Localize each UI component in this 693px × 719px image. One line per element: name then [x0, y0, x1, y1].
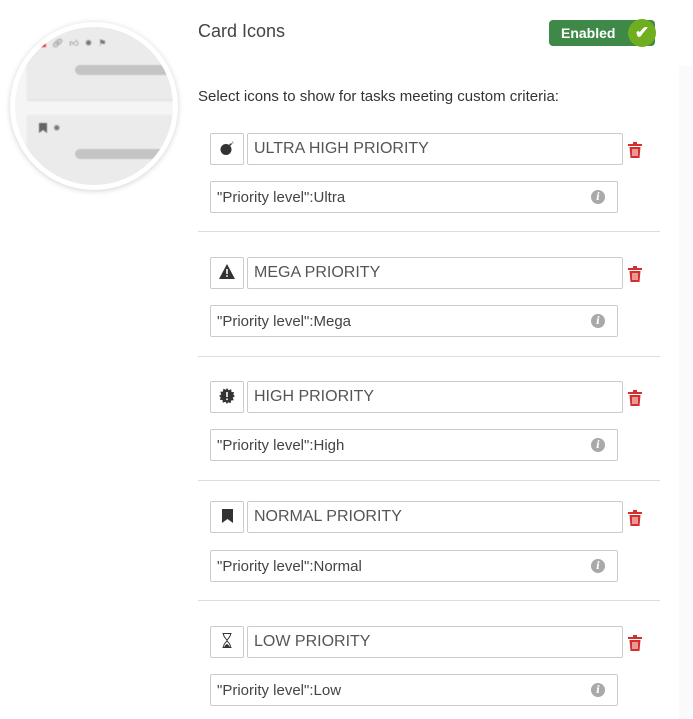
delete-rule-button[interactable] — [628, 266, 642, 282]
info-icon[interactable]: i — [591, 683, 605, 697]
icon-picker-button[interactable] — [210, 626, 244, 658]
criteria-input[interactable] — [210, 305, 618, 337]
delete-rule-button[interactable] — [628, 510, 642, 526]
preview-card-icons: ◢ 🔗︎ 👍︎ ✹ ⚑ — [39, 38, 106, 49]
criteria-input[interactable] — [210, 550, 618, 582]
icon-name-input[interactable] — [247, 133, 623, 165]
info-icon[interactable]: i — [591, 190, 605, 204]
trash-icon — [628, 510, 642, 530]
icon-name-input[interactable] — [247, 381, 623, 413]
preview-card: ✹ — [27, 115, 173, 185]
preview-text-bar — [75, 149, 173, 159]
icon-picker-button[interactable] — [210, 501, 244, 533]
preview-text-bar — [75, 65, 173, 75]
bookmark-icon — [221, 508, 233, 526]
flag-icon: ⚑ — [98, 38, 107, 48]
bomb-icon — [219, 140, 235, 159]
card-preview-illustration: ◢ 🔗︎ 👍︎ ✹ ⚑ ✹ — [10, 22, 178, 190]
criteria-input[interactable] — [210, 181, 618, 213]
trash-icon — [628, 142, 642, 162]
delete-rule-button[interactable] — [628, 635, 642, 651]
divider — [198, 600, 660, 601]
label-corner-icon: ◢ — [39, 38, 46, 48]
certificate-icon — [219, 387, 235, 407]
preview-card-icons: ✹ — [39, 123, 61, 135]
thumbs-up-icon: 👍︎ — [69, 38, 79, 48]
criteria-input[interactable] — [210, 429, 618, 461]
divider — [198, 231, 660, 232]
divider — [198, 480, 660, 481]
warning-icon — [219, 264, 235, 282]
bookmark-icon — [39, 123, 47, 135]
icon-picker-button[interactable] — [210, 133, 244, 165]
preview-inner: ◢ 🔗︎ 👍︎ ✹ ⚑ ✹ — [15, 27, 173, 185]
icon-picker-button[interactable] — [210, 257, 244, 289]
icon-name-input[interactable] — [247, 257, 623, 289]
hourglass-icon — [222, 633, 232, 651]
scrollbar-track[interactable] — [679, 66, 693, 719]
trash-icon — [628, 266, 642, 286]
checkmark-icon: ✔ — [628, 19, 656, 47]
trash-icon — [628, 635, 642, 655]
divider — [198, 356, 660, 357]
section-description: Select icons to show for tasks meeting c… — [198, 88, 559, 105]
info-icon[interactable]: i — [591, 438, 605, 452]
preview-card: ◢ 🔗︎ 👍︎ ✹ ⚑ — [27, 27, 173, 99]
info-icon[interactable]: i — [591, 314, 605, 328]
section-title: Card Icons — [198, 21, 286, 41]
icon-picker-button[interactable] — [210, 381, 244, 413]
bug-icon: ✹ — [84, 38, 93, 48]
delete-rule-button[interactable] — [628, 390, 642, 406]
info-icon[interactable]: i — [591, 559, 605, 573]
toggle-label: Enabled — [561, 25, 616, 41]
bug-icon: ✹ — [53, 123, 61, 133]
link-icon: 🔗︎ — [51, 38, 64, 48]
enabled-toggle[interactable]: Enabled ✔ — [549, 19, 656, 47]
icon-name-input[interactable] — [247, 501, 623, 533]
trash-icon — [628, 390, 642, 410]
delete-rule-button[interactable] — [628, 142, 642, 158]
icon-name-input[interactable] — [247, 626, 623, 658]
criteria-input[interactable] — [210, 674, 618, 706]
